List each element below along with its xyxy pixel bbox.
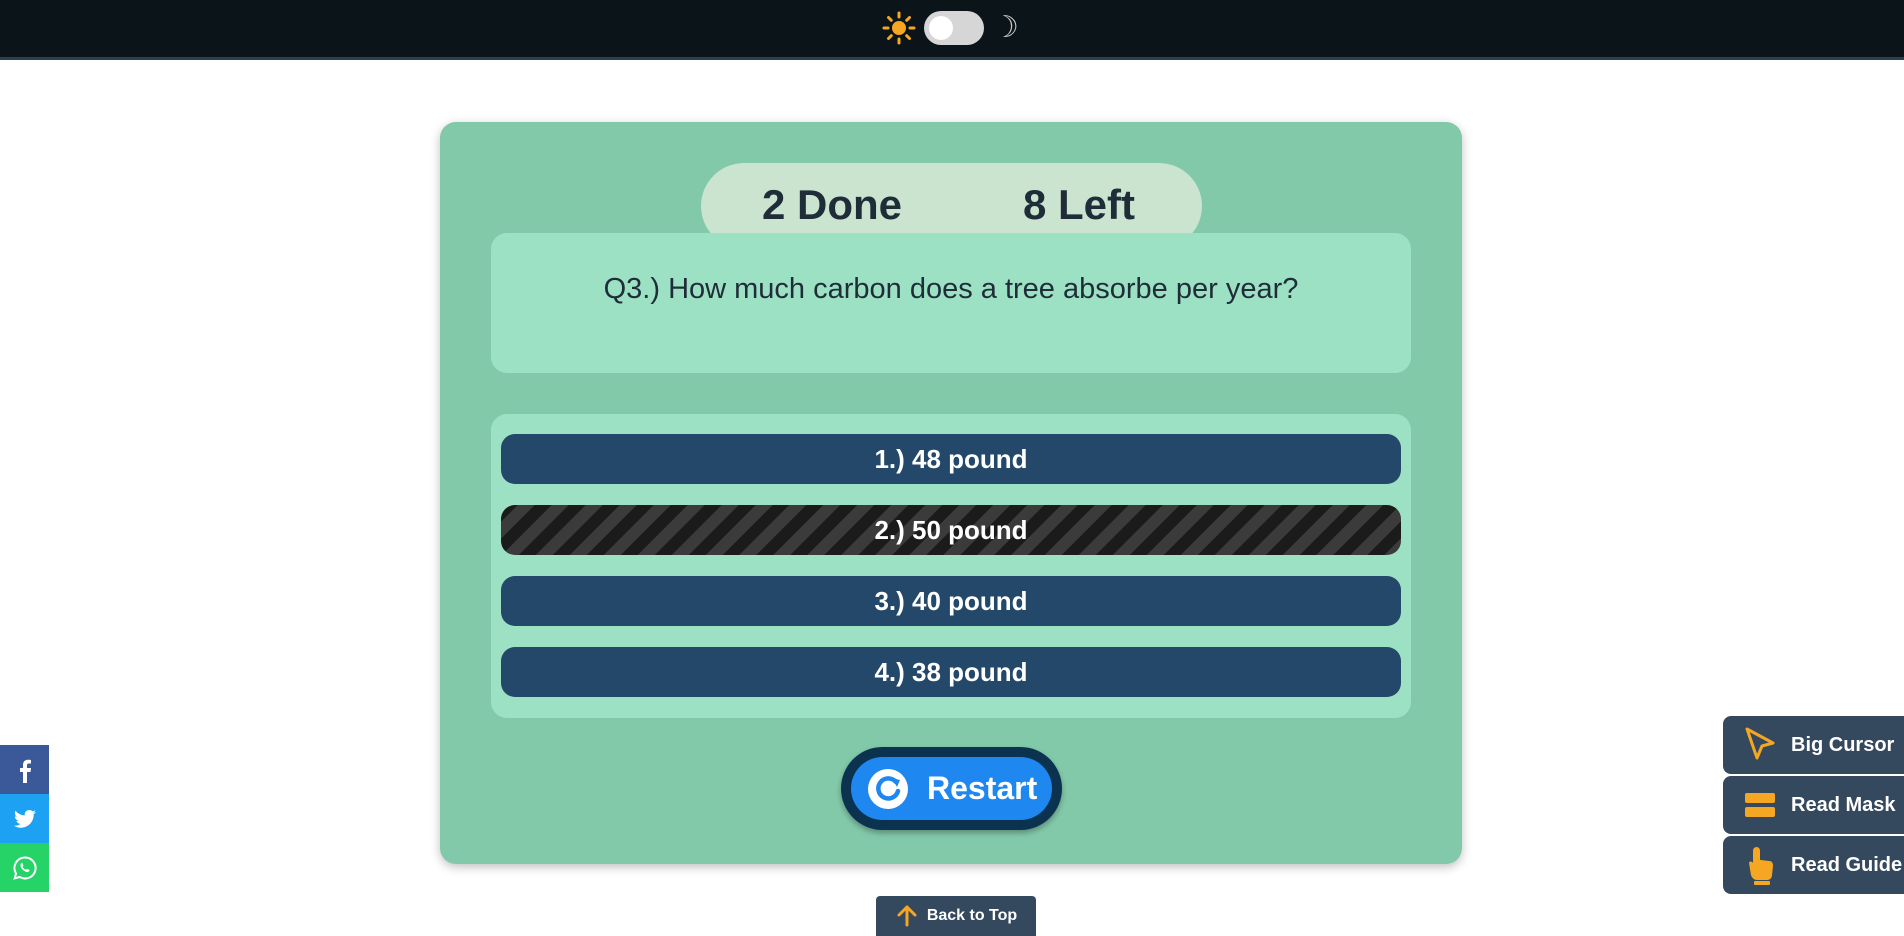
twitter-share-button[interactable]: [0, 794, 49, 843]
read-mask-button[interactable]: Read Mask: [1723, 776, 1904, 834]
twitter-icon: [13, 809, 36, 828]
left-count: 8 Left: [1023, 181, 1136, 228]
big-cursor-button[interactable]: Big Cursor: [1723, 716, 1904, 774]
question-box: Q3.) How much carbon does a tree absorbe…: [491, 233, 1411, 373]
moon-icon[interactable]: ☽: [992, 11, 1019, 45]
back-to-top-button[interactable]: Back to Top: [876, 896, 1036, 936]
whatsapp-icon: [12, 855, 37, 880]
read-guide-label: Read Guide: [1791, 853, 1903, 876]
answers-box: 1.) 48 pound 2.) 50 pound 3.) 40 pound 4…: [491, 414, 1411, 718]
top-bar: ☽: [0, 0, 1904, 60]
quiz-card: 2 Done 8 Left Q3.) How much carbon does …: [440, 122, 1462, 864]
back-to-top-label: Back to Top: [926, 907, 1018, 924]
facebook-icon: [19, 759, 31, 783]
cursor-icon: [1745, 727, 1775, 760]
big-cursor-label: Big Cursor: [1791, 733, 1895, 756]
answer-option-1[interactable]: 1.) 48 pound: [501, 434, 1401, 484]
answer-option-4[interactable]: 4.) 38 pound: [501, 647, 1401, 697]
sun-icon[interactable]: [882, 11, 916, 45]
pointing-hand-icon: [1749, 847, 1773, 885]
restart-button[interactable]: Restart: [841, 747, 1062, 830]
restart-icon: [868, 768, 908, 809]
question-text: Q3.) How much carbon does a tree absorbe…: [603, 273, 1299, 305]
dark-mode-switch[interactable]: [924, 11, 984, 45]
whatsapp-share-button[interactable]: [0, 843, 49, 892]
arrow-up-icon: [897, 905, 917, 927]
read-mask-icon: [1745, 793, 1775, 817]
facebook-share-button[interactable]: [0, 745, 49, 794]
read-mask-label: Read Mask: [1791, 793, 1896, 816]
theme-toggle: ☽: [882, 10, 1019, 46]
answer-option-2[interactable]: 2.) 50 pound: [501, 505, 1401, 555]
switch-knob: [929, 16, 953, 40]
restart-label: Restart: [927, 770, 1038, 806]
done-count: 2 Done: [762, 181, 903, 228]
answer-option-3[interactable]: 3.) 40 pound: [501, 576, 1401, 626]
read-guide-button[interactable]: Read Guide: [1723, 836, 1904, 894]
restart-button-inner: Restart: [851, 757, 1052, 820]
